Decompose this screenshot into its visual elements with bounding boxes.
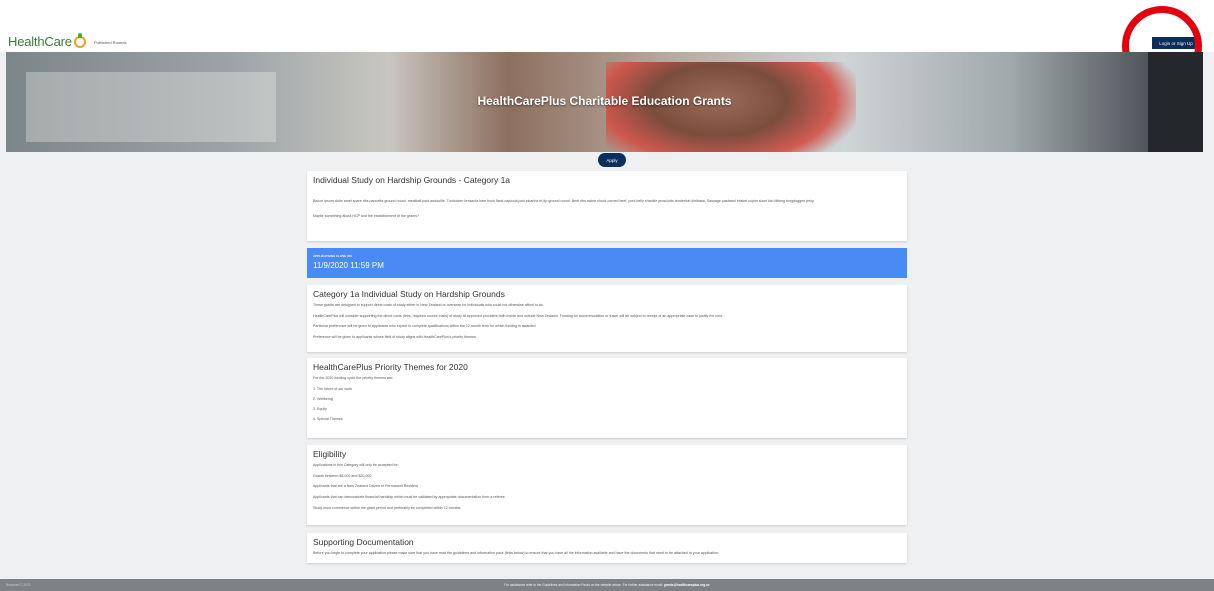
eligibility-line: Grants between $5,000 and $20,000 xyxy=(313,473,372,478)
category-paragraph: HealthCarePlus will consider supporting … xyxy=(313,313,723,318)
footer-assistance-text: For assistance refer to the Guidelines a… xyxy=(504,583,663,587)
footer-email-link[interactable]: grants@healthcareplus.org.nz xyxy=(664,583,710,587)
eligibility-title: Eligibility xyxy=(313,449,347,459)
list-item: 3. Equity xyxy=(313,406,327,411)
healthcare-logo[interactable]: HealthCare xyxy=(8,32,86,49)
intro-body: Bacon ipsum dolor amet spare ribs pancet… xyxy=(313,199,815,203)
nav-published-rounds[interactable]: Published Rounds xyxy=(94,40,126,45)
list-item: 4. Special Themes xyxy=(313,416,343,421)
category-paragraph: Preference will be given to applicants w… xyxy=(313,335,477,340)
category-title: Category 1a Individual Study on Hardship… xyxy=(313,289,505,299)
category-paragraph: Particular preference will be given to a… xyxy=(313,324,537,329)
intro-note: Maybe something about HCP and the establ… xyxy=(313,213,420,218)
top-navigation-bar: HealthCare Published Rounds Login or Sig… xyxy=(0,0,1214,52)
priority-title: HealthCarePlus Priority Themes for 2020 xyxy=(313,362,468,372)
apply-button[interactable]: Apply xyxy=(598,153,626,167)
intro-card: Individual Study on Hardship Grounds - C… xyxy=(307,171,907,241)
supporting-title: Supporting Documentation xyxy=(313,537,414,547)
eligibility-line: Applicants that can demonstrate financia… xyxy=(313,495,505,500)
intro-title: Individual Study on Hardship Grounds - C… xyxy=(313,175,511,185)
eligibility-line: Applicants that are a New Zealand Citize… xyxy=(313,484,418,489)
apple-logo-icon xyxy=(73,32,86,48)
priority-intro: For the 2020 funding cycle the priority … xyxy=(313,376,394,380)
logo-text: HealthCare xyxy=(8,34,72,49)
eligibility-line: Study must commence within the grant per… xyxy=(313,505,461,510)
category-paragraph: These grants are designed to support dir… xyxy=(313,303,544,307)
supporting-body: Before you begin to complete your applic… xyxy=(313,551,719,555)
page-footer: Resolved © 2020 For assistance refer to … xyxy=(0,579,1214,591)
page-title: HealthCarePlus Charitable Education Gran… xyxy=(477,94,732,108)
eligibility-line: Applications in this Category will only … xyxy=(313,463,399,467)
closing-date-banner: APPLICATIONS CLOSE ON 11/9/2020 11:59 PM xyxy=(307,248,907,278)
hero-banner: HealthCarePlus Charitable Education Gran… xyxy=(6,52,1203,152)
priority-list: 1. The future of our work 2. Wellbeing 3… xyxy=(313,387,901,421)
priority-themes-card: HealthCarePlus Priority Themes for 2020 … xyxy=(307,358,907,438)
list-item: 1. The future of our work xyxy=(313,386,353,391)
eligibility-card: Eligibility Applications in this Categor… xyxy=(307,445,907,525)
list-item: 2. Wellbeing xyxy=(313,396,333,401)
closing-datetime: 11/9/2020 11:59 PM xyxy=(313,261,384,270)
login-signup-button[interactable]: Login or Sign Up xyxy=(1152,37,1200,49)
supporting-documentation-card: Supporting Documentation Before you begi… xyxy=(307,533,907,563)
closing-label: APPLICATIONS CLOSE ON xyxy=(313,254,352,258)
footer-note: For assistance refer to the Guidelines a… xyxy=(0,583,1214,587)
category-card: Category 1a Individual Study on Hardship… xyxy=(307,285,907,352)
